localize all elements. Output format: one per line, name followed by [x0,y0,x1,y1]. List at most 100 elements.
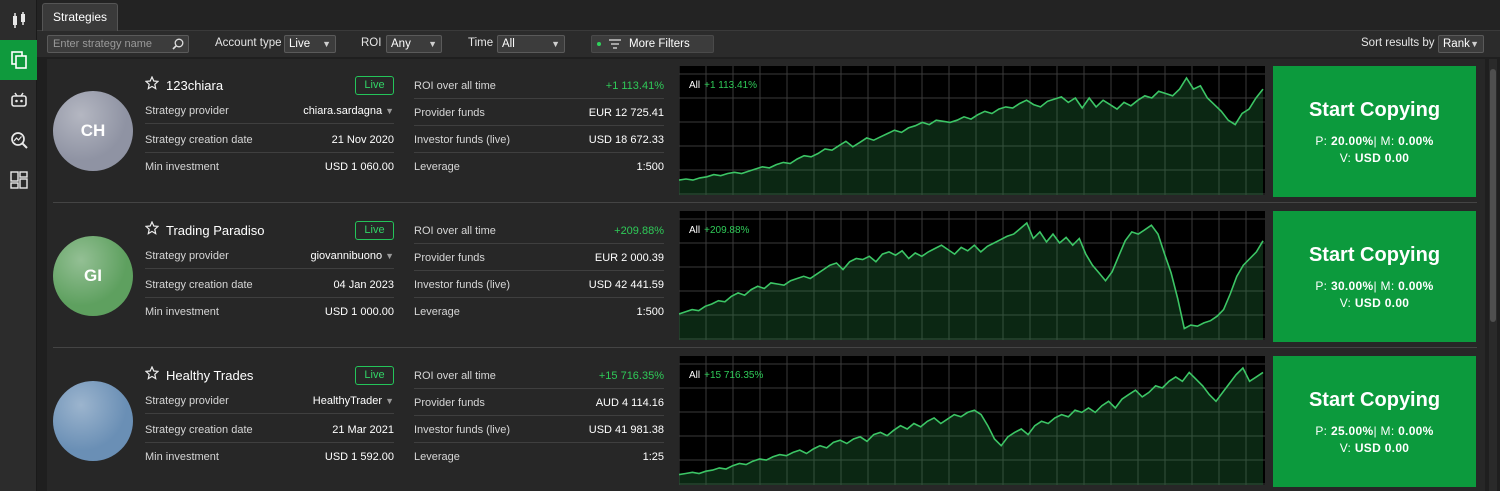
avatar-initials: CH [80,121,106,140]
roi-label: ROI over all time [414,370,496,382]
equity-chart-canvas [679,356,1265,485]
copy-params: P: 25.00%| M: 0.00% [1315,424,1434,438]
filter-indicator-dot [597,42,601,46]
provider-label: Strategy provider [145,250,229,262]
copy-volume: V: USD 0.00 [1339,151,1410,165]
provider-row: Strategy provider giovannibuono ▼ [145,242,394,269]
creation-date-label: Strategy creation date [145,279,253,291]
v-value: USD 0.00 [1354,296,1410,310]
leverage-value: 1:500 [636,161,664,173]
avatar: GI [53,236,133,316]
sidebar-item-analysis[interactable] [0,120,37,160]
avatar: CH [53,91,133,171]
p-value: 20.00% [1330,134,1374,148]
start-copying-button[interactable]: Start Copying P: 20.00%| M: 0.00% V: USD… [1273,66,1476,197]
min-investment-label: Min investment [145,306,219,318]
scrollbar-thumb[interactable] [1490,69,1496,322]
favorite-star-icon[interactable] [145,76,159,90]
account-type-dropdown[interactable]: Live ▼ [284,35,336,53]
p-value: 25.00% [1330,424,1374,438]
start-copying-label: Start Copying [1308,244,1441,266]
min-investment-value: USD 1 060.00 [324,161,394,173]
equity-area [679,78,1263,195]
provider-row: Strategy provider HealthyTrader ▼ [145,387,394,414]
equity-area [679,368,1263,485]
roi-value: +1 113.41% [605,80,664,92]
search-icon[interactable] [172,38,184,50]
investor-funds-label: Investor funds (live) [414,134,510,146]
sidebar-item-trading[interactable] [0,0,37,40]
tab-bar: Strategies [37,0,1500,31]
investor-funds-value: USD 42 441.59 [588,279,664,291]
filter-bar: Account type Live ▼ ROI Any ▼ Time All ▼… [37,31,1500,57]
strategy-search-input[interactable] [47,35,189,53]
roi-row: ROI over all time +209.88% [414,217,664,244]
provider-value[interactable]: giovannibuono ▼ [311,250,395,262]
roi-row: ROI over all time +1 113.41% [414,72,664,99]
creation-date-value: 21 Mar 2021 [332,424,394,436]
min-investment-label: Min investment [145,451,219,463]
chevron-down-icon: ▼ [322,39,331,49]
equity-chart[interactable]: All +1 113.41% [679,66,1265,195]
time-dropdown[interactable]: All ▼ [497,35,565,53]
copy-params: P: 20.00%| M: 0.00% [1315,134,1434,148]
provider-funds-label: Provider funds [414,107,485,119]
equity-area [679,223,1263,340]
investor-funds-value: USD 41 981.38 [588,424,664,436]
equity-chart[interactable]: All +15 716.35% [679,356,1265,485]
tab-strategies[interactable]: Strategies [42,3,119,31]
provider-funds-label: Provider funds [414,397,485,409]
roi-label: ROI over all time [414,80,496,92]
provider-funds-row: Provider funds EUR 2 000.39 [414,244,664,271]
chart-roi: +15 716.35% [704,370,764,381]
creation-date-value: 04 Jan 2023 [333,279,394,291]
sidebar-item-robots[interactable] [0,80,37,120]
account-type-value: Live [289,38,311,50]
sidebar-item-dashboard[interactable] [0,160,37,200]
strategy-card: CH 123chiara Live Strategy provider chia… [47,59,1485,203]
chart-period: All [689,225,701,236]
leverage-label: Leverage [414,451,460,463]
start-copying-button[interactable]: Start Copying P: 30.00%| M: 0.00% V: USD… [1273,211,1476,342]
dashboard-icon [9,171,28,189]
investor-funds-value: USD 18 672.33 [588,134,664,146]
left-sidebar [0,0,37,491]
chevron-down-icon: ▼ [1470,39,1479,49]
provider-funds-row: Provider funds EUR 12 725.41 [414,99,664,126]
sidebar-item-copy-trading[interactable] [0,40,37,80]
strategy-name[interactable]: 123chiara [166,78,223,93]
candlestick-icon [12,12,25,28]
chart-period: All [689,370,701,381]
creation-date-value: 21 Nov 2020 [331,134,394,146]
chart-label: All +209.88% [689,225,749,236]
filter-icon [609,39,621,49]
roi-label: ROI [361,37,382,49]
roi-dropdown[interactable]: Any ▼ [386,35,442,53]
v-value: USD 0.00 [1354,151,1410,165]
strategy-name[interactable]: Trading Paradiso [166,223,265,238]
equity-chart[interactable]: All +209.88% [679,211,1265,340]
provider-value[interactable]: HealthyTrader ▼ [313,395,394,407]
chart-roi: +209.88% [704,225,750,236]
chevron-down-icon: ▼ [551,39,560,49]
min-investment-row: Min investment USD 1 060.00 [145,153,394,180]
favorite-star-icon[interactable] [145,366,159,380]
live-badge: Live [355,76,394,95]
live-badge: Live [355,221,394,240]
account-type-label: Account type [215,37,282,49]
sort-dropdown[interactable]: Rank ▼ [1438,35,1484,53]
scrollbar[interactable] [1489,59,1497,491]
robot-icon [10,92,27,107]
favorite-star-icon[interactable] [145,221,159,235]
creation-date-row: Strategy creation date 04 Jan 2023 [145,271,394,298]
start-copying-button[interactable]: Start Copying P: 25.00%| M: 0.00% V: USD… [1273,356,1476,487]
more-filters-button[interactable]: More Filters [591,35,714,53]
strategy-name[interactable]: Healthy Trades [166,368,253,383]
leverage-row: Leverage 1:500 [414,153,664,180]
provider-value[interactable]: chiara.sardagna ▼ [303,105,394,117]
min-investment-row: Min investment USD 1 592.00 [145,443,394,470]
copy-params: P: 30.00%| M: 0.00% [1315,279,1434,293]
roi-value: +209.88% [614,225,664,237]
investor-funds-label: Investor funds (live) [414,279,510,291]
more-filters-label: More Filters [629,38,690,50]
